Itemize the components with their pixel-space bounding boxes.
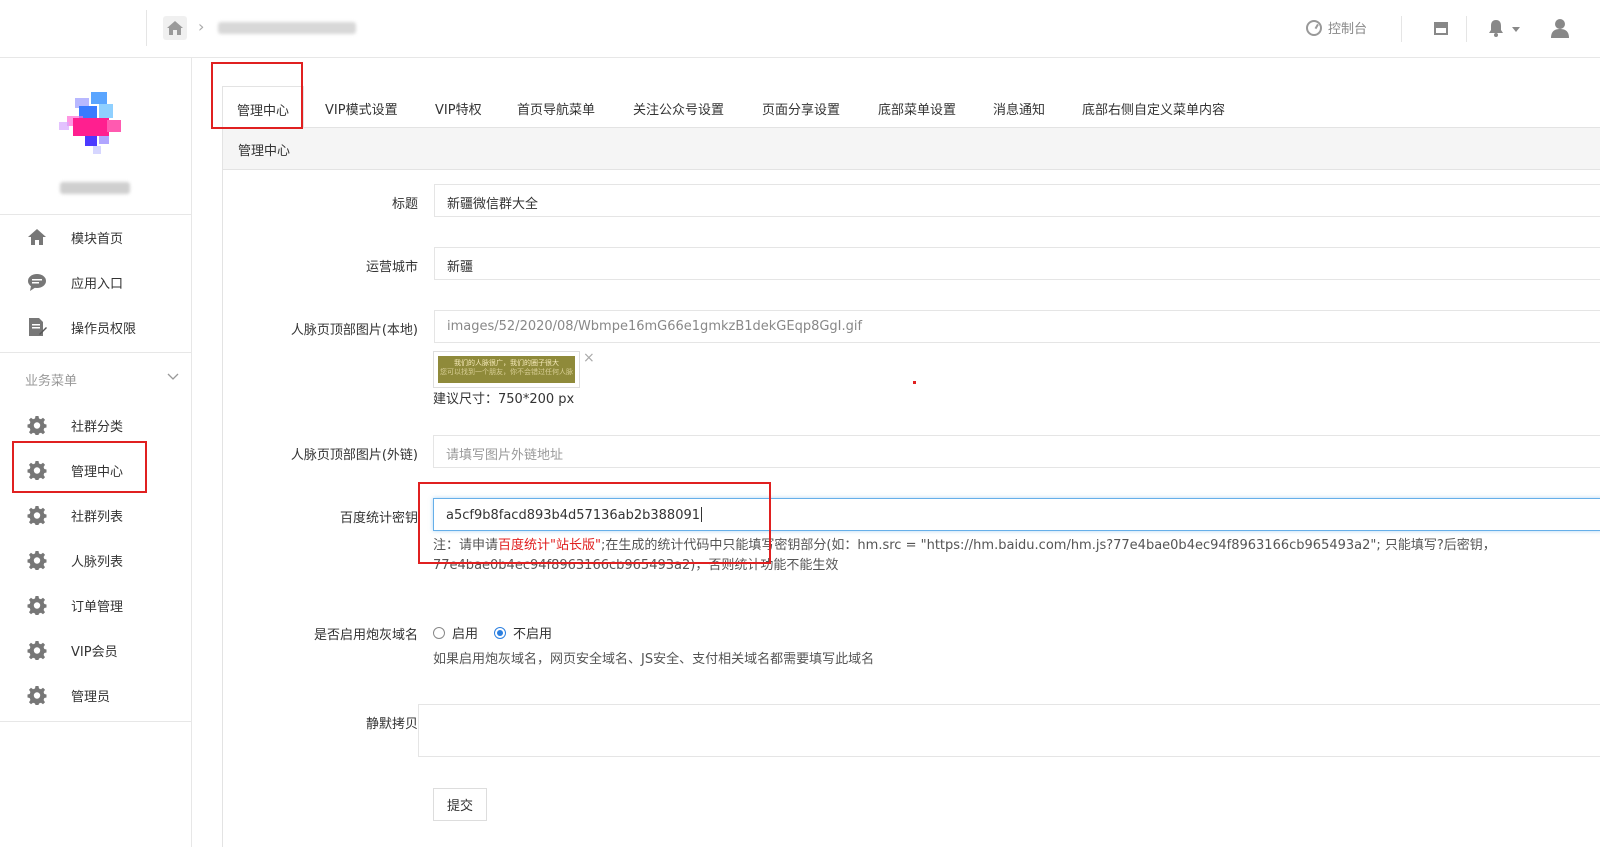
sidebar-item-label: 社群分类 — [71, 420, 124, 435]
main-content: 管理中心 VIP模式设置 VIP特权 首页导航菜单 关注公众号设置 页面分享设置 底部菜单设… — [222, 58, 1600, 847]
chevron-down-icon[interactable] — [1512, 27, 1520, 32]
sidebar-item-app-entry[interactable]: 应用入口 — [0, 262, 191, 302]
image-link-label: 人脉页顶部图片(外链) — [290, 448, 418, 463]
cannon-domain-label: 是否启用炮灰域名 — [313, 628, 418, 643]
baidu-key-label: 百度统计密钥 — [339, 511, 418, 526]
store-icon[interactable] — [1433, 20, 1449, 36]
sidebar-item-label: 订单管理 — [71, 600, 124, 615]
image-thumbnail-preview: 我们的人脉很广，我们的圈子很大 您可以找到一个朋友，你不会错过任何人脉 — [438, 356, 575, 383]
chevron-right-icon: › — [198, 17, 205, 36]
radio-enable[interactable] — [433, 626, 445, 639]
console-link[interactable]: 控制台 — [1306, 18, 1367, 37]
sidebar-item-operator-permissions[interactable]: 操作员权限 — [0, 307, 191, 347]
tab[interactable]: VIP模式设置 — [325, 86, 398, 128]
image-thumbnail[interactable]: 我们的人脉很广，我们的圈子很大 您可以找到一个朋友，你不会错过任何人脉 — [433, 351, 580, 388]
sidebar-item-label: 社群列表 — [71, 510, 124, 525]
sidebar-item-label: 管理员 — [71, 690, 111, 705]
radio-disable[interactable] — [494, 626, 507, 639]
home-icon — [28, 229, 46, 245]
tab[interactable]: 关注公众号设置 — [633, 86, 724, 128]
tab-bar: 管理中心 VIP模式设置 VIP特权 首页导航菜单 关注公众号设置 页面分享设置 底部菜单设… — [222, 86, 1600, 129]
tab[interactable]: 首页导航菜单 — [517, 86, 595, 128]
sidebar-item-label: VIP会员 — [71, 645, 118, 660]
sidebar-item[interactable]: 社群分类 — [0, 405, 191, 445]
cannon-domain-hint: 如果启用炮灰域名，网页安全域名、JS安全、支付相关域名都需要填写此域名 — [433, 652, 875, 667]
gear-icon — [27, 550, 47, 570]
sidebar-item-label: 人脉列表 — [71, 555, 124, 570]
top-bar: › 控制台 — [0, 0, 1600, 58]
city-input[interactable]: 新疆 — [434, 247, 1600, 280]
sidebar-divider — [0, 352, 191, 353]
gear-icon — [27, 415, 47, 435]
tab[interactable]: 底部右侧自定义菜单内容 — [1082, 86, 1225, 128]
document-edit-icon — [29, 318, 47, 336]
sidebar-item[interactable]: 管理员 — [0, 675, 191, 715]
chat-icon — [28, 274, 46, 291]
tab[interactable]: 底部菜单设置 — [878, 86, 956, 128]
image-link-input[interactable]: 请填写图片外链地址 — [433, 435, 1600, 468]
silent-copy-textarea[interactable] — [418, 704, 1600, 757]
title-label: 标题 — [391, 197, 418, 212]
radio-disable-label[interactable]: 不启用 — [513, 623, 552, 642]
sidebar-item-label: 应用入口 — [71, 277, 124, 292]
tab[interactable]: VIP特权 — [435, 86, 482, 128]
city-label: 运营城市 — [365, 260, 418, 275]
console-label: 控制台 — [1328, 22, 1368, 37]
breadcrumb-current-blurred — [218, 22, 356, 34]
sidebar-item-label: 模块首页 — [71, 232, 124, 247]
annotation-box-baidu-key — [418, 482, 771, 564]
radio-enable-label[interactable]: 启用 — [452, 623, 478, 642]
sidebar-item[interactable]: 社群列表 — [0, 495, 191, 535]
home-icon[interactable] — [163, 16, 187, 40]
gear-icon — [27, 505, 47, 525]
thumbnail-text: 我们的人脉很广，我们的圈子很大 — [454, 359, 559, 367]
sidebar-item[interactable]: VIP会员 — [0, 630, 191, 670]
topbar-divider — [1466, 16, 1467, 42]
title-input[interactable]: 新疆微信群大全 — [434, 184, 1600, 217]
image-local-label: 人脉页顶部图片(本地) — [290, 323, 418, 338]
gauge-icon — [1306, 19, 1322, 36]
sidebar-item-label: 操作员权限 — [71, 322, 137, 337]
chevron-down-icon[interactable] — [167, 370, 179, 382]
close-icon[interactable]: × — [583, 350, 595, 366]
tab[interactable]: 页面分享设置 — [762, 86, 840, 128]
bell-icon[interactable] — [1488, 19, 1504, 37]
annotation-box-tab — [211, 62, 303, 129]
image-size-hint: 建议尺寸：750*200 px — [433, 392, 575, 407]
username-blurred — [60, 182, 130, 194]
stray-red-dot — [913, 381, 916, 384]
panel-title: 管理中心 — [222, 128, 1600, 170]
user-icon[interactable] — [1551, 18, 1569, 38]
sidebar-item[interactable]: 订单管理 — [0, 585, 191, 625]
sidebar-group-label[interactable]: 业务菜单 — [25, 370, 77, 389]
topbar-divider — [1401, 16, 1402, 42]
cannon-domain-radio-group: 启用 不启用 — [433, 623, 568, 642]
gear-icon — [27, 640, 47, 660]
submit-button[interactable]: 提交 — [433, 788, 487, 821]
avatar — [59, 92, 121, 154]
sidebar-item[interactable]: 人脉列表 — [0, 540, 191, 580]
silent-copy-label: 静默拷贝 — [365, 717, 418, 732]
sidebar-divider — [0, 721, 191, 722]
tab[interactable]: 消息通知 — [993, 86, 1045, 128]
gear-icon — [27, 685, 47, 705]
topbar-divider — [146, 10, 147, 46]
thumbnail-text: 您可以找到一个朋友，你不会错过任何人脉 — [440, 368, 573, 376]
sidebar-divider — [0, 214, 191, 215]
sidebar-item-module-home[interactable]: 模块首页 — [0, 217, 191, 257]
image-local-input[interactable]: images/52/2020/08/Wbmpe16mG66e1gmkzB1dek… — [434, 310, 1600, 343]
annotation-box-sidebar — [12, 441, 147, 493]
gear-icon — [27, 595, 47, 615]
